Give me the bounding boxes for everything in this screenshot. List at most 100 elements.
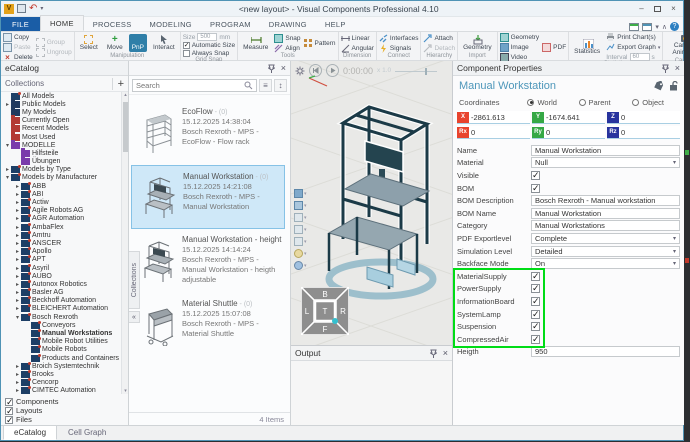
expander-icon[interactable]: ▸ [14, 232, 21, 239]
tree-item[interactable]: All Models [1, 92, 121, 100]
tag-icon[interactable] [653, 81, 664, 91]
workspace-layout-icon[interactable] [629, 23, 639, 31]
undo-icon[interactable]: ↶ [29, 4, 37, 14]
property-checkbox[interactable] [531, 171, 540, 180]
scroll-up-icon[interactable]: ▴ [122, 92, 129, 98]
expander-icon[interactable]: ▸ [14, 387, 21, 394]
print-charts-button[interactable]: Print Chart(s) [606, 33, 660, 42]
tab-drawing[interactable]: DRAWING [260, 17, 316, 31]
property-input[interactable]: 950 [531, 346, 680, 357]
property-input[interactable]: Manual Workstation [531, 208, 680, 219]
property-dropdown[interactable]: Null [531, 157, 680, 168]
paste-button[interactable]: Paste [3, 43, 33, 52]
coordinate-field-rx[interactable]: Rx0 [457, 126, 530, 139]
export-graph-button[interactable]: Export Graph▾ [606, 43, 660, 52]
copy-button[interactable]: Copy [3, 33, 33, 42]
property-checkbox[interactable] [531, 284, 540, 293]
expander-icon[interactable]: ▾ [4, 142, 11, 149]
dropdown-caret-icon[interactable]: ▾ [304, 203, 307, 209]
coordinate-mode-parent[interactable]: Parent [579, 98, 611, 107]
pin-icon[interactable] [268, 64, 275, 73]
collections-side-tab[interactable]: Collections [129, 251, 140, 309]
tree-item[interactable]: ▾Bosch Rexroth [1, 313, 121, 321]
render-mode-icon[interactable]: ▾ [294, 201, 307, 210]
add-collection-button[interactable]: + [112, 78, 124, 90]
tree-item[interactable]: Products and Containers [1, 354, 121, 362]
tree-item[interactable]: ▸AmbaFlex [1, 223, 121, 231]
navigation-cube[interactable]: B L T R F [301, 287, 349, 335]
tree-item[interactable]: ▸Basler AG [1, 289, 121, 297]
close-panel-icon[interactable]: × [675, 64, 680, 73]
bottom-tab-ecatalog[interactable]: eCatalog [3, 425, 57, 440]
simulation-settings-gear-icon[interactable] [295, 66, 305, 76]
tree-item[interactable]: ▾MODELLE [1, 141, 121, 149]
property-dropdown[interactable]: Detailed [531, 246, 680, 257]
tree-item[interactable]: Mobile Robots [1, 346, 121, 354]
expander-icon[interactable]: ▸ [14, 224, 21, 231]
signals-button[interactable]: Signals [379, 44, 419, 53]
property-checkbox[interactable] [531, 310, 540, 319]
catalog-item[interactable]: Manual Workstation - (0)15.12.2025 14:21… [131, 165, 285, 229]
interact-button[interactable]: Interact [150, 34, 178, 52]
tree-item[interactable]: Hilfsteile [1, 149, 121, 157]
tree-item[interactable]: ▸ABI [1, 190, 121, 198]
property-dropdown[interactable]: Complete [531, 233, 680, 244]
search-input[interactable] [136, 81, 244, 90]
align-button[interactable]: Align [274, 44, 300, 53]
save-icon[interactable] [17, 4, 26, 13]
expander-icon[interactable]: ▸ [14, 363, 21, 370]
tree-item[interactable]: Currently Open [1, 117, 121, 125]
property-input[interactable]: Manual Workstations [531, 220, 680, 231]
lock-icon[interactable] [669, 81, 678, 91]
close-button[interactable]: × [666, 3, 681, 15]
coordinate-field-ry[interactable]: Ry0 [532, 126, 605, 139]
collapse-panel-icon[interactable]: « [129, 311, 140, 323]
axis-value[interactable]: 0 [621, 128, 625, 137]
dropdown-caret-icon[interactable]: ▾ [304, 227, 307, 233]
close-panel-icon[interactable]: × [443, 349, 448, 358]
angle-icon[interactable]: ▾ [294, 237, 307, 246]
expander-icon[interactable]: ▸ [14, 289, 21, 296]
move-button[interactable]: +Move [104, 34, 126, 52]
tree-item[interactable]: Manual Workstations [1, 329, 121, 337]
catalog-item[interactable]: EcoFlow - (0)15.12.2025 14:38:04Bosch Re… [131, 101, 285, 165]
tab-file[interactable]: FILE [1, 17, 40, 31]
property-checkbox[interactable] [531, 272, 540, 281]
expander-icon[interactable]: ▸ [14, 207, 21, 214]
property-checkbox[interactable] [531, 322, 540, 331]
coordinate-field-x[interactable]: X-2861.613 [457, 111, 530, 124]
detach-button[interactable]: Detach [423, 44, 455, 53]
pin-icon[interactable] [662, 64, 669, 73]
always-snap-checkbox[interactable]: Always Snap [183, 50, 235, 57]
dropdown-caret-icon[interactable]: ▾ [304, 263, 307, 269]
property-checkbox[interactable] [531, 335, 540, 344]
export-geometry-button[interactable]: Geometry [500, 33, 540, 42]
tree-scrollbar[interactable]: ▴ ▾ [121, 92, 128, 394]
ungroup-button[interactable]: Ungroup [36, 48, 72, 57]
import-geometry-button[interactable]: Geometry [460, 34, 495, 52]
tab-process[interactable]: PROCESS [84, 17, 141, 31]
expander-icon[interactable]: ▸ [4, 166, 11, 173]
minimize-button[interactable]: – [634, 3, 649, 15]
tab-home[interactable]: HOME [40, 15, 84, 31]
tree-item[interactable]: ▸Agile Robots AG [1, 207, 121, 215]
search-box[interactable] [132, 79, 257, 92]
linear-dimension-button[interactable]: Linear [341, 34, 374, 43]
axis-value[interactable]: 0 [471, 128, 475, 137]
expander-icon[interactable]: ▸ [14, 199, 21, 206]
expander-icon[interactable]: ▸ [14, 371, 21, 378]
layout-dropdown-icon[interactable]: ▾ [655, 23, 659, 31]
expander-icon[interactable]: ▸ [14, 256, 21, 263]
expander-icon[interactable]: ▸ [4, 101, 11, 108]
property-dropdown[interactable]: On [531, 258, 680, 269]
export-image-button[interactable]: Image [500, 43, 540, 52]
expander-icon[interactable]: ▸ [14, 305, 21, 312]
coordinate-field-rz[interactable]: Rz0 [607, 126, 680, 139]
tree-item[interactable]: ▸Public Models [1, 100, 121, 108]
tree-item[interactable]: ▸BLEICHERT Automation [1, 305, 121, 313]
tree-item[interactable]: Conveyors [1, 321, 121, 329]
tree-item[interactable]: My Models [1, 108, 121, 116]
world-icon[interactable]: ▾ [294, 261, 307, 270]
snap-button[interactable]: Snap [274, 34, 300, 43]
tree-item[interactable]: ▸Brooks [1, 370, 121, 378]
